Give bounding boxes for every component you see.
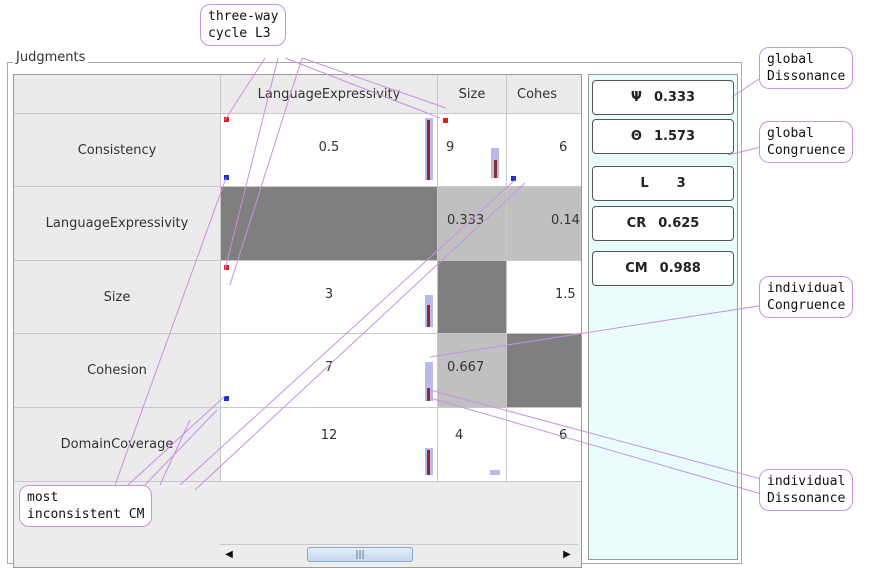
most-inconsistent-callout: most inconsistent CM [19,485,153,527]
three-way-cycle-callout: three-way cycle L3 [200,4,287,46]
annotation-lines [114,57,766,496]
individual-dissonance-callout: individual Dissonance [759,469,854,511]
global-congruence-callout: global Congruence [759,121,854,163]
individual-congruence-callout: individual Congruence [759,276,854,318]
global-dissonance-callout: global Dissonance [759,47,854,89]
